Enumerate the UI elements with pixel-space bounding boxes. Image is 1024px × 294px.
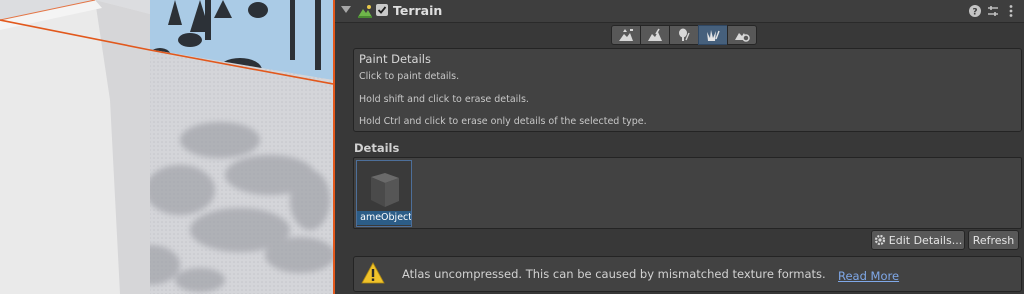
edit-details-button[interactable]: Edit Details... xyxy=(871,230,965,250)
edit-details-label: Edit Details... xyxy=(888,233,963,247)
warning-text: Atlas uncompressed. This can be caused b… xyxy=(402,267,826,281)
grass-icon xyxy=(707,30,720,41)
paint-terrain-icon xyxy=(648,28,662,41)
component-enabled-checkbox[interactable] xyxy=(376,4,388,16)
cube-icon xyxy=(371,173,399,207)
details-grid: ameObject ( xyxy=(353,157,1022,229)
paint-details-tool[interactable] xyxy=(698,25,728,45)
scene-view[interactable] xyxy=(0,0,333,294)
help-line-paint: Click to paint details. xyxy=(359,71,460,82)
paint-details-help-box: Paint Details Click to paint details. Ho… xyxy=(353,48,1022,132)
checkmark-icon xyxy=(377,6,387,14)
component-title: Terrain xyxy=(393,3,443,18)
terrain-settings-icon xyxy=(735,33,750,42)
detail-item[interactable]: ameObject ( xyxy=(356,160,412,227)
inspector-panel: Terrain ? Paint Details Click to paint d… xyxy=(335,0,1024,294)
gear-icon xyxy=(874,234,885,246)
preset-icon[interactable] xyxy=(985,3,1001,19)
terrain-icon xyxy=(358,5,372,18)
detail-item-label: ameObject ( xyxy=(357,211,411,225)
atlas-warning-box: Atlas uncompressed. This can be caused b… xyxy=(353,256,1022,292)
terrain-tool-strip xyxy=(611,25,757,45)
paint-terrain-tool[interactable] xyxy=(640,25,670,45)
warning-icon xyxy=(361,262,385,284)
raise-lower-terrain-tool[interactable] xyxy=(611,25,641,45)
scene-render xyxy=(0,0,333,294)
help-icon[interactable]: ? xyxy=(967,3,983,19)
refresh-button[interactable]: Refresh xyxy=(968,230,1019,250)
help-line-erase: Hold shift and click to erase details. xyxy=(359,94,529,105)
paint-trees-tool[interactable] xyxy=(669,25,699,45)
terrain-component-header[interactable]: Terrain ? xyxy=(335,0,1024,23)
details-section-label: Details xyxy=(354,141,400,155)
raise-terrain-icon xyxy=(619,29,633,41)
tree-icon xyxy=(679,28,690,41)
refresh-label: Refresh xyxy=(972,233,1015,247)
read-more-link[interactable]: Read More xyxy=(838,269,899,283)
help-title: Paint Details xyxy=(359,52,431,66)
help-line-erase-selected: Hold Ctrl and click to erase only detail… xyxy=(359,116,647,127)
terrain-settings-tool[interactable] xyxy=(727,25,757,45)
svg-text:?: ? xyxy=(972,8,977,18)
foldout-arrow-icon[interactable] xyxy=(341,6,351,13)
kebab-menu-icon[interactable] xyxy=(1003,3,1019,19)
